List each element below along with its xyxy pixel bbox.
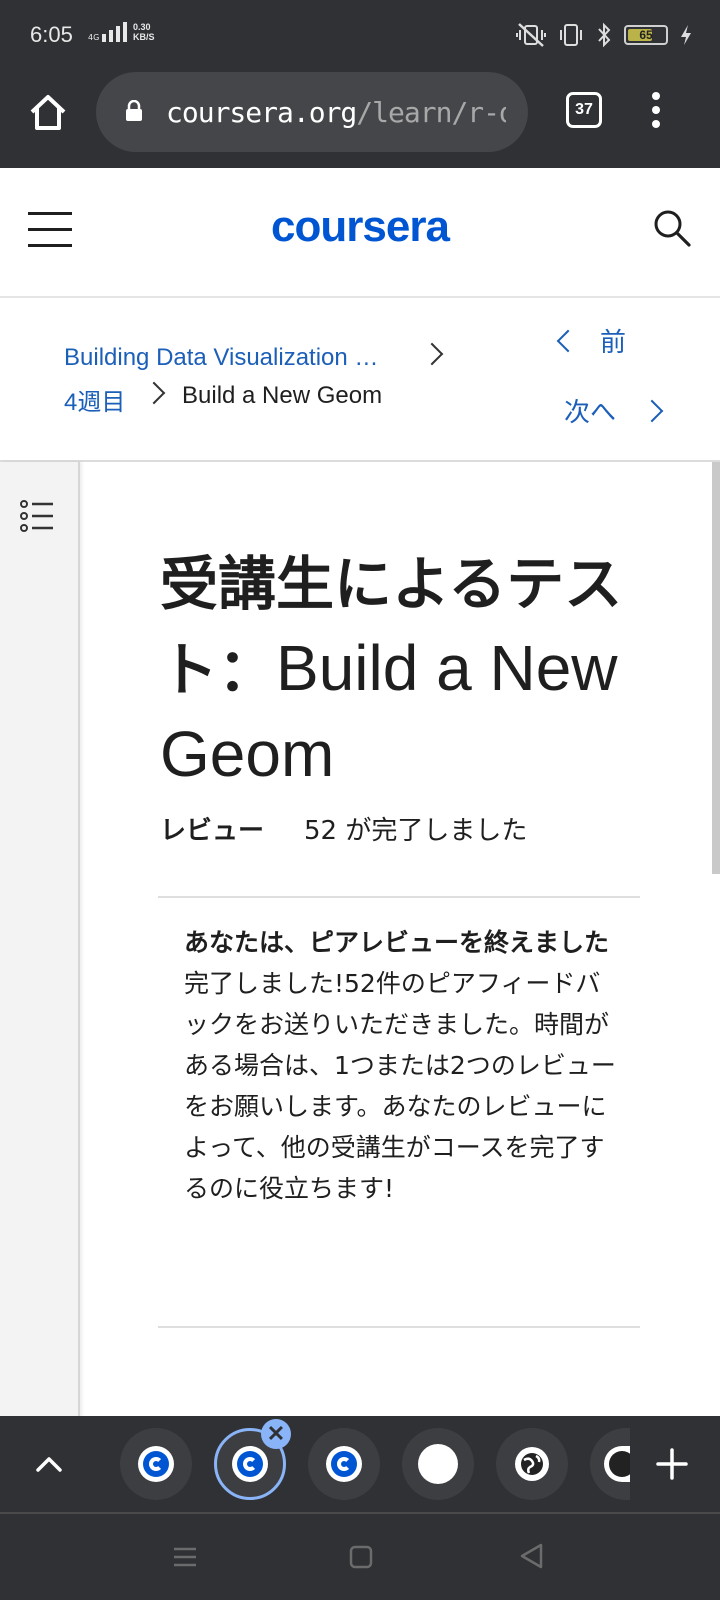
- lock-icon: [126, 100, 142, 121]
- chevron-up-icon[interactable]: [34, 1450, 64, 1480]
- review-count: 52 が完了しました: [304, 816, 528, 846]
- notice-heading: あなたは、ピアレビューを終えました: [184, 928, 610, 957]
- vibrate-mute-icon: [516, 23, 546, 47]
- review-status: レビュー 52 が完了しました: [160, 810, 527, 847]
- new-tab-icon[interactable]: [652, 1444, 692, 1484]
- tab-coursera[interactable]: [120, 1428, 192, 1500]
- close-tab-icon[interactable]: ✕: [261, 1419, 291, 1449]
- breadcrumb-current-item: Build a New Geom: [182, 382, 383, 409]
- vibrate-icon: [560, 24, 582, 46]
- address-bar[interactable]: coursera.org/learn/r-dat: [96, 72, 528, 152]
- breadcrumb-course-link[interactable]: Building Data Visualization …: [64, 344, 378, 372]
- chevron-right-icon: [142, 381, 166, 405]
- status-icons: 65: [516, 22, 692, 48]
- network-speed-unit: KB/S: [133, 32, 155, 42]
- tab-blank[interactable]: [402, 1428, 474, 1500]
- tab-partial[interactable]: [590, 1428, 630, 1500]
- course-outline-rail: [0, 462, 80, 1418]
- page-title: 受講生によるテスト：Build a New Geom: [160, 542, 660, 798]
- url-host: coursera.org: [166, 96, 357, 129]
- notice-body: 完了しました!52件のピアフィードバックをお送りいただきました。時間がある場合は…: [184, 969, 616, 1203]
- status-time: 6:05: [30, 22, 73, 47]
- coursera-favicon-icon: [232, 1446, 268, 1482]
- review-complete-notice: あなたは、ピアレビューを終えました 完了しました!52件のピアフィードバックをお…: [184, 922, 618, 1209]
- main-content: 受講生によるテスト：Build a New Geom レビュー 52 が完了しまし…: [0, 460, 720, 1418]
- url-text[interactable]: coursera.org/learn/r-dat: [166, 96, 506, 129]
- network-speed-value: 0.30: [133, 22, 151, 32]
- globe-icon: [515, 1447, 549, 1481]
- table-of-contents-icon[interactable]: [20, 500, 54, 532]
- blank-favicon-icon: [418, 1444, 458, 1484]
- network-speed: 0.30 KB/S: [133, 22, 155, 42]
- url-path: /learn/r-dat: [356, 96, 506, 129]
- tab-web[interactable]: [496, 1428, 568, 1500]
- review-label: レビュー: [160, 816, 265, 846]
- battery-icon: 65: [624, 25, 668, 45]
- overflow-menu-icon[interactable]: [650, 92, 662, 132]
- battery-level: 65: [639, 28, 653, 42]
- home-nav-icon[interactable]: [348, 1544, 374, 1570]
- tab-coursera-active[interactable]: ✕: [214, 1419, 291, 1500]
- chevron-right-icon: [420, 342, 444, 366]
- signal-icon: 4G: [88, 22, 128, 42]
- previous-label: 前: [600, 328, 627, 358]
- tab-coursera[interactable]: [308, 1428, 380, 1500]
- tab-switcher-button[interactable]: 37: [566, 92, 602, 128]
- recent-apps-icon[interactable]: [172, 1544, 198, 1570]
- site-header: coursera: [0, 168, 720, 298]
- status-bar: 6:05 4G 0.30 KB/S 65: [0, 0, 720, 72]
- chevron-left-icon: [556, 329, 580, 352]
- back-nav-icon[interactable]: [518, 1542, 546, 1570]
- breadcrumb: Building Data Visualization … 4週目 Build …: [0, 300, 720, 458]
- previous-item-link[interactable]: 前: [556, 322, 627, 359]
- divider: [158, 896, 640, 898]
- scrollbar[interactable]: [712, 462, 720, 874]
- network-type: 4G: [88, 33, 100, 42]
- chevron-right-icon: [640, 399, 664, 422]
- search-icon[interactable]: [652, 208, 692, 248]
- bluetooth-icon: [598, 22, 611, 48]
- system-nav-bar: [0, 1514, 720, 1600]
- browser-toolbar: coursera.org/learn/r-dat 37: [0, 72, 720, 168]
- next-item-link[interactable]: 次へ: [564, 392, 664, 429]
- breadcrumb-week-link[interactable]: 4週目: [64, 382, 125, 417]
- charging-icon: [681, 25, 691, 45]
- browser-chrome: 6:05 4G 0.30 KB/S 65 coursera.org/learn/…: [0, 0, 720, 168]
- coursera-logo[interactable]: coursera: [0, 202, 720, 252]
- coursera-favicon-icon: [138, 1446, 174, 1482]
- next-label: 次へ: [564, 398, 617, 428]
- tab-strip: ✕: [0, 1416, 720, 1514]
- home-icon[interactable]: [26, 90, 70, 134]
- divider: [158, 1326, 640, 1328]
- coursera-favicon-icon: [326, 1446, 362, 1482]
